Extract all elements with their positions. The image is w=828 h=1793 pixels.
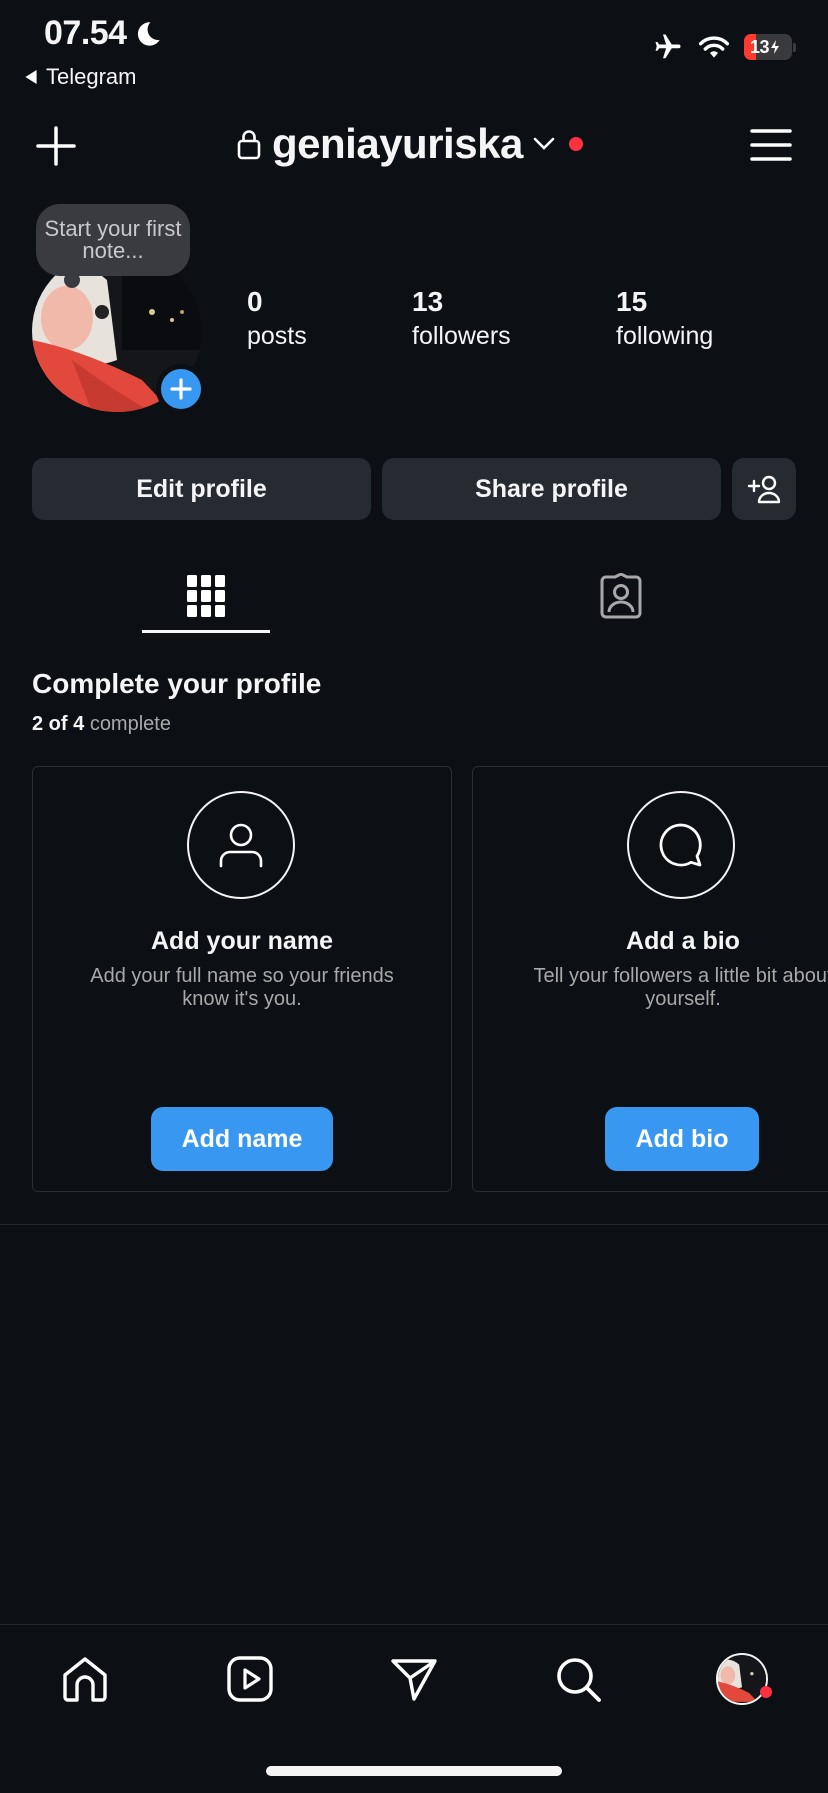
stat-value: 13 [412, 286, 444, 317]
stat-value: 0 [247, 286, 263, 317]
search-icon[interactable] [548, 1649, 608, 1709]
nav-avatar [716, 1653, 768, 1705]
complete-profile-title: Complete your profile [32, 668, 322, 699]
stat-label: following [616, 322, 714, 350]
add-name-card: Add your name Add your full name so your… [32, 766, 452, 1192]
card-description: Tell your followers a little bit about y… [533, 965, 828, 1010]
edit-profile-button[interactable]: Edit profile [32, 458, 371, 520]
back-to-app-link[interactable]: Telegram [24, 64, 136, 90]
plus-icon[interactable] [34, 124, 78, 168]
note-bubble-tail [64, 272, 80, 288]
reels-icon[interactable] [220, 1649, 280, 1709]
status-time: 07.54 [44, 14, 127, 52]
card-description: Add your full name so your friends know … [90, 965, 394, 1010]
progress-suffix: complete [89, 713, 171, 735]
menu-icon[interactable] [750, 128, 792, 162]
home-icon[interactable] [55, 1649, 115, 1709]
notification-dot [568, 137, 583, 151]
tagged-icon [598, 573, 644, 619]
add-story-button[interactable] [156, 364, 206, 414]
stat-followers[interactable]: 13 followers [412, 286, 511, 351]
section-divider [0, 1224, 828, 1225]
grid-icon [186, 574, 226, 618]
stat-value: 15 [616, 286, 648, 317]
card-title: Add your name [151, 927, 333, 955]
progress-count: 2 of 4 [32, 713, 85, 735]
battery-level: 13 [750, 36, 770, 57]
stat-label: posts [247, 322, 307, 350]
discover-people-button[interactable] [732, 458, 796, 520]
add-name-button[interactable]: Add name [151, 1107, 333, 1171]
chevron-down-icon [533, 137, 555, 151]
stat-following[interactable]: 15 following [616, 286, 713, 351]
active-tab-indicator [142, 630, 270, 633]
complete-profile-progress: 2 of 4 complete [32, 713, 171, 736]
status-icons: 13 [652, 32, 796, 62]
account-switcher[interactable]: geniayuriska [236, 120, 583, 168]
moon-icon [134, 20, 162, 48]
back-arrow-icon [24, 70, 38, 84]
card-title: Add a bio [626, 927, 740, 955]
notification-dot [760, 1686, 772, 1698]
battery-icon: 13 [744, 34, 796, 60]
add-bio-card: Add a bio Tell your followers a little b… [472, 766, 828, 1192]
stat-label: followers [412, 322, 511, 350]
lock-icon [236, 128, 262, 160]
person-icon [187, 791, 295, 899]
add-person-icon [747, 474, 781, 504]
back-app-label: Telegram [46, 64, 137, 89]
chat-bubble-icon [627, 791, 735, 899]
username: geniayuriska [272, 120, 523, 167]
home-indicator [266, 1766, 562, 1776]
profile-tab[interactable] [712, 1649, 772, 1709]
airplane-icon [652, 32, 684, 62]
note-bubble[interactable]: Start your first note... [36, 204, 190, 276]
send-icon[interactable] [384, 1649, 444, 1709]
stat-posts[interactable]: 0 posts [247, 286, 307, 351]
share-profile-button[interactable]: Share profile [382, 458, 721, 520]
wifi-icon [698, 34, 730, 60]
tab-tagged[interactable] [560, 560, 682, 632]
tab-posts-grid[interactable] [142, 560, 270, 632]
add-bio-button[interactable]: Add bio [605, 1107, 759, 1171]
